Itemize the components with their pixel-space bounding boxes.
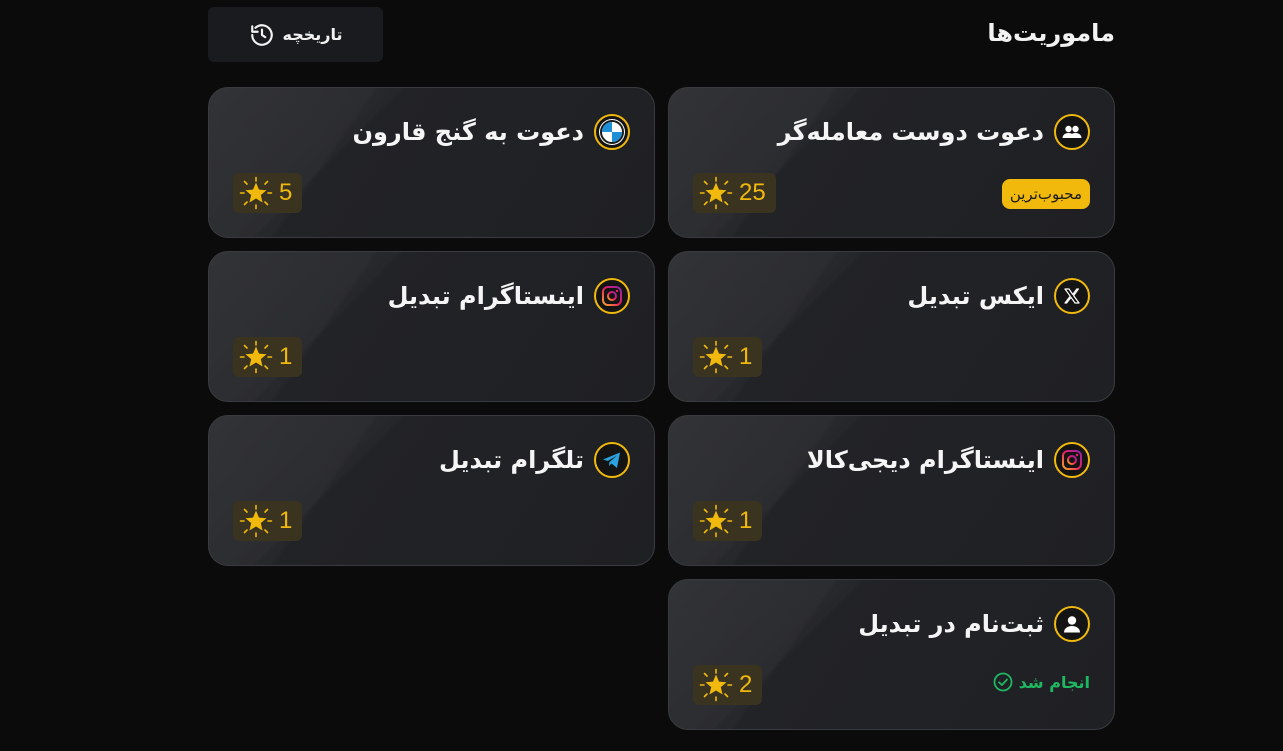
x-logo-icon <box>1054 278 1090 314</box>
reward-badge: 1 <box>233 501 303 541</box>
mission-title-row: دعوت دوست معامله‌گر <box>689 114 1090 150</box>
user-icon <box>1054 606 1090 642</box>
users-icon <box>1054 114 1090 150</box>
reward-value: 1 <box>739 343 753 370</box>
mission-card-invite-trader[interactable]: دعوت دوست معامله‌گر محبوب‌ترین 25 <box>668 87 1115 238</box>
instagram-icon <box>594 278 630 314</box>
reward-value: 5 <box>279 179 293 206</box>
mission-card-telegram[interactable]: تلگرام تبدیل 1 <box>208 415 655 566</box>
star-icon <box>239 340 273 374</box>
mission-title-row: دعوت به گنج قارون <box>229 114 630 150</box>
check-circle-icon <box>993 672 1013 692</box>
mission-card-instagram-tabdil[interactable]: اینستاگرام تبدیل 1 <box>208 251 655 402</box>
history-icon <box>250 23 273 46</box>
mission-title: ایکس تبدیل <box>907 282 1044 310</box>
reward-value: 1 <box>279 507 293 534</box>
star-icon <box>699 176 733 210</box>
star-icon <box>699 504 733 538</box>
popular-badge: محبوب‌ترین <box>1001 179 1090 209</box>
reward-badge: 1 <box>233 337 303 377</box>
mission-title-row: اینستاگرام دیجی‌کالا <box>689 442 1090 478</box>
mission-title: اینستاگرام دیجی‌کالا <box>806 446 1044 474</box>
star-icon <box>239 176 273 210</box>
done-status-label: انجام شد <box>1018 672 1090 692</box>
star-icon <box>239 504 273 538</box>
star-icon <box>699 668 733 702</box>
reward-value: 25 <box>739 179 766 206</box>
star-icon <box>699 340 733 374</box>
done-status: انجام شد <box>993 672 1090 692</box>
mission-card-instagram-digikala[interactable]: اینستاگرام دیجی‌کالا 1 <box>668 415 1115 566</box>
bmw-logo-icon <box>594 114 630 150</box>
mission-title: ثبت‌نام در تبدیل <box>858 610 1044 638</box>
history-label: تاریخچه <box>282 25 343 44</box>
mission-title-row: ایکس تبدیل <box>689 278 1090 314</box>
instagram-icon <box>1054 442 1090 478</box>
reward-badge: 25 <box>693 173 776 213</box>
mission-title: اینستاگرام تبدیل <box>387 282 584 310</box>
mission-title-row: ثبت‌نام در تبدیل <box>689 606 1090 642</box>
mission-title: دعوت به گنج قارون <box>352 118 584 146</box>
reward-badge: 1 <box>693 337 763 377</box>
reward-badge: 2 <box>693 665 763 705</box>
mission-card-invite-ganj[interactable]: دعوت به گنج قارون 5 <box>208 87 655 238</box>
mission-card-register[interactable]: ثبت‌نام در تبدیل انجام شد 2 <box>668 579 1115 730</box>
reward-value: 1 <box>739 507 753 534</box>
mission-title-row: تلگرام تبدیل <box>229 442 630 478</box>
reward-badge: 1 <box>693 501 763 541</box>
reward-value: 1 <box>279 343 293 370</box>
telegram-icon <box>594 442 630 478</box>
mission-title-row: اینستاگرام تبدیل <box>229 278 630 314</box>
reward-value: 2 <box>739 671 753 698</box>
mission-title: دعوت دوست معامله‌گر <box>777 118 1044 146</box>
mission-card-x[interactable]: ایکس تبدیل 1 <box>668 251 1115 402</box>
reward-badge: 5 <box>233 173 303 213</box>
page-title: ماموریت‌ها <box>987 19 1115 47</box>
history-button[interactable]: تاریخچه <box>208 7 383 62</box>
mission-title: تلگرام تبدیل <box>439 446 584 474</box>
